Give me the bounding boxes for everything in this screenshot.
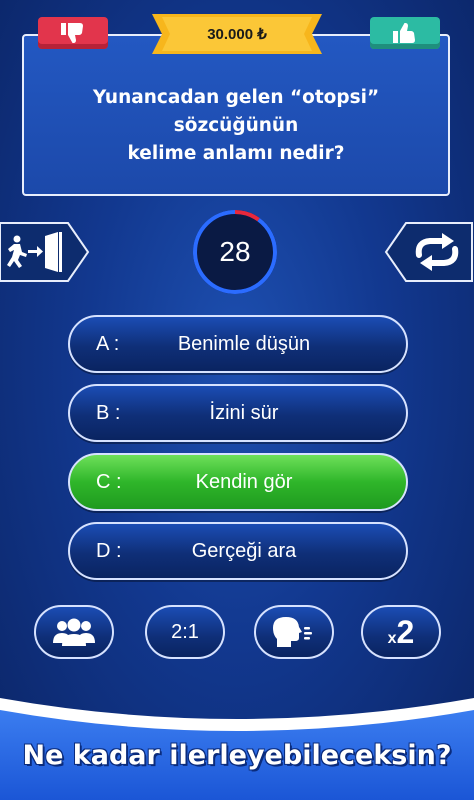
prize-amount: 30.000 ₺ [207,26,267,43]
answer-letter: C : [96,470,122,493]
answer-d-button[interactable]: D : Gerçeği ara [68,522,408,580]
answer-letter: D : [96,539,122,562]
like-button[interactable] [370,17,440,49]
answer-letter: B : [96,401,121,424]
answer-a-button[interactable]: A : Benimle düşün [68,315,408,373]
audience-icon [53,618,95,646]
double-answer-label: x2 [387,613,415,650]
fifty-fifty-joker-button[interactable]: 2:1 [145,605,225,659]
countdown-timer: 28 [191,208,279,296]
question-text: Yunancadan gelen “otopsi” sözcüğünün kel… [24,62,448,168]
question-line-2: kelime anlamı nedir? [127,143,345,164]
call-joker-button[interactable] [254,605,334,659]
slogan-text: Ne kadar ilerleyebileceksin? [22,740,452,771]
question-panel: Yunancadan gelen “otopsi” sözcüğünün kel… [22,34,450,196]
prize-ribbon: 30.000 ₺ [152,14,322,54]
audience-joker-button[interactable] [34,605,114,659]
exit-button[interactable] [0,222,90,282]
speaking-head-icon [273,617,312,647]
answer-b-button[interactable]: B : İzini sür [68,384,408,442]
answer-c-button[interactable]: C : Kendin gör [68,453,408,511]
swap-question-button[interactable] [384,222,474,282]
thumbs-down-icon [61,23,83,43]
thumbs-up-icon [393,23,415,43]
answer-text: Benimle düşün [177,332,311,355]
question-line-1: Yunancadan gelen “otopsi” sözcüğünün [92,87,380,136]
fifty-fifty-label: 2:1 [171,620,199,643]
timer-seconds: 28 [219,236,251,267]
dislike-button[interactable] [38,17,108,49]
double-answer-joker-button[interactable]: x2 [361,605,441,659]
answer-letter: A : [96,332,120,355]
